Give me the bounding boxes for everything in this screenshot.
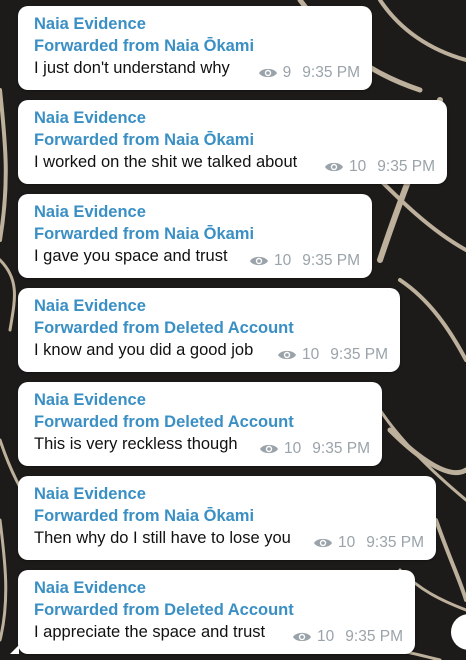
message-meta: 10 9:35 PM (313, 534, 424, 552)
view-count: 9 (282, 64, 292, 81)
eye-icon (250, 256, 269, 266)
eye-icon (278, 350, 297, 360)
sender-name[interactable]: Naia Evidence (34, 107, 447, 129)
message-bubble[interactable]: Naia Evidence Forwarded from Deleted Acc… (18, 382, 382, 466)
eye-icon (314, 538, 333, 548)
message-meta: 9 9:35 PM (258, 64, 360, 82)
message-meta: 10 9:35 PM (277, 346, 388, 364)
message-time: 9:35 PM (312, 440, 370, 457)
bubble-tail (10, 645, 19, 654)
forwarded-from[interactable]: Forwarded from Deleted Account (34, 411, 382, 433)
message-bubble[interactable]: Naia Evidence Forwarded from Naia Ōkami … (18, 100, 447, 184)
forwarded-from[interactable]: Forwarded from Naia Ōkami (34, 35, 372, 57)
sender-name[interactable]: Naia Evidence (34, 13, 372, 35)
sender-name[interactable]: Naia Evidence (34, 577, 415, 599)
view-count: 10 (317, 628, 335, 645)
message-time: 9:35 PM (366, 534, 424, 551)
message-meta: 10 9:35 PM (324, 158, 435, 176)
message-bubble[interactable]: Naia Evidence Forwarded from Deleted Acc… (18, 288, 400, 372)
forwarded-from[interactable]: Forwarded from Naia Ōkami (34, 129, 447, 151)
message-meta: 10 9:35 PM (292, 628, 403, 646)
message-bubble[interactable]: Naia Evidence Forwarded from Naia Ōkami … (18, 194, 372, 278)
message-meta: 10 9:35 PM (259, 440, 370, 458)
view-count: 10 (349, 158, 367, 175)
message-bubble[interactable]: Naia Evidence Forwarded from Naia Ōkami … (18, 476, 436, 560)
forwarded-from[interactable]: Forwarded from Deleted Account (34, 317, 400, 339)
view-count: 10 (338, 534, 356, 551)
sender-name[interactable]: Naia Evidence (34, 483, 436, 505)
message-time: 9:35 PM (345, 628, 403, 645)
forwarded-from[interactable]: Forwarded from Deleted Account (34, 599, 415, 621)
view-count: 10 (284, 440, 302, 457)
sender-name[interactable]: Naia Evidence (34, 201, 372, 223)
message-meta: 10 9:35 PM (249, 252, 360, 270)
view-count: 10 (274, 252, 292, 269)
forwarded-from[interactable]: Forwarded from Naia Ōkami (34, 223, 372, 245)
view-count: 10 (302, 346, 320, 363)
sender-name[interactable]: Naia Evidence (34, 295, 400, 317)
eye-icon (260, 444, 279, 454)
eye-icon (325, 162, 344, 172)
eye-icon (293, 632, 312, 642)
message-bubble[interactable]: Naia Evidence Forwarded from Deleted Acc… (10, 570, 415, 654)
message-time: 9:35 PM (302, 64, 360, 81)
message-time: 9:35 PM (330, 346, 388, 363)
message-bubble[interactable]: Naia Evidence Forwarded from Naia Ōkami … (18, 6, 372, 90)
eye-icon (258, 68, 277, 78)
sender-name[interactable]: Naia Evidence (34, 389, 382, 411)
message-time: 9:35 PM (377, 158, 435, 175)
forwarded-from[interactable]: Forwarded from Naia Ōkami (34, 505, 436, 527)
message-time: 9:35 PM (302, 252, 360, 269)
